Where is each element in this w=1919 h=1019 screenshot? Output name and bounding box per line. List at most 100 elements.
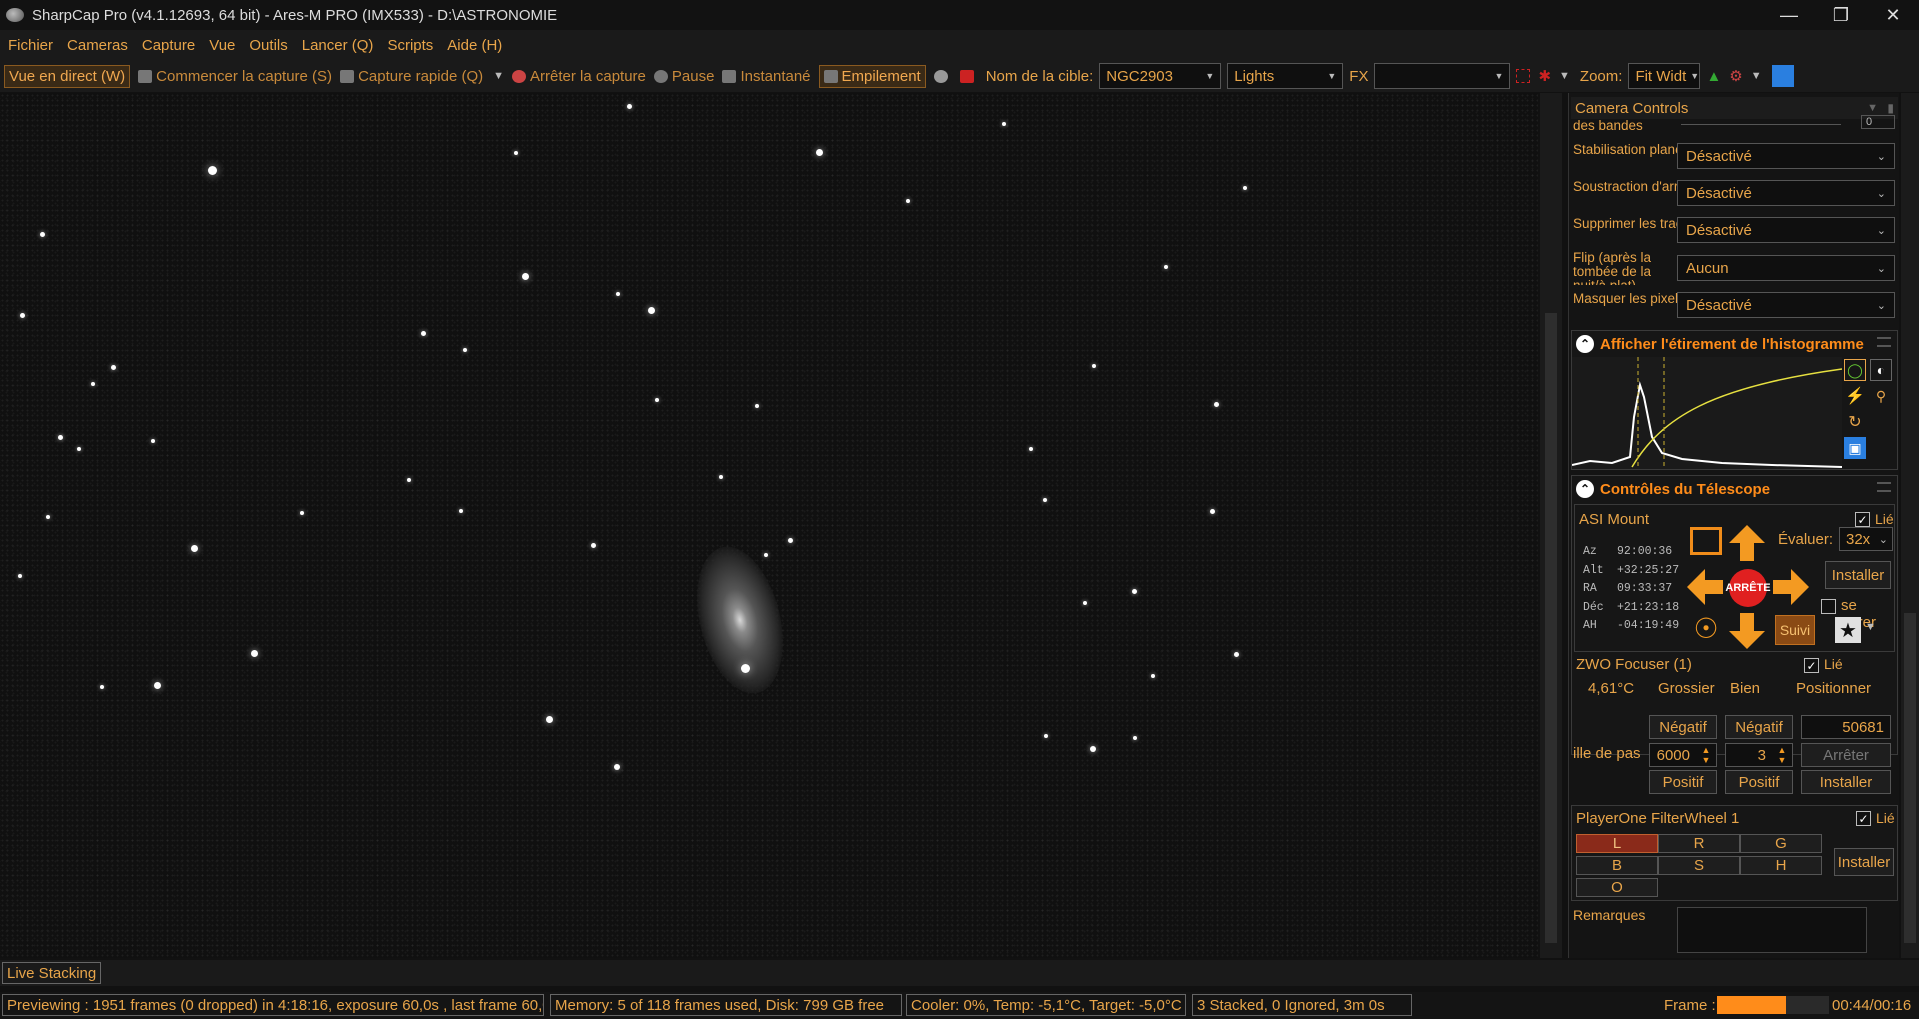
fx-combo[interactable]: ▼ bbox=[1374, 63, 1511, 89]
chevron-down-icon[interactable]: ▼ bbox=[1867, 102, 1878, 114]
satellite-select[interactable]: Désactivé ⌄ bbox=[1677, 217, 1895, 243]
histogram-icon[interactable]: ▲ bbox=[1706, 68, 1721, 85]
pin-icon[interactable]: ▮ bbox=[1887, 101, 1894, 115]
coarse-step-spinner-icon[interactable]: ▲ ▼ bbox=[1697, 745, 1715, 765]
collapse-icon[interactable]: ⌃ bbox=[1576, 335, 1594, 353]
arrow-right-icon[interactable] bbox=[1771, 567, 1811, 607]
target-name-label: Nom de la cible: bbox=[985, 67, 1094, 85]
fine-step-spinner-icon[interactable]: ▲ ▼ bbox=[1773, 745, 1791, 765]
frame-type-combo[interactable]: Lights ▼ bbox=[1227, 63, 1344, 89]
star bbox=[655, 398, 659, 402]
partial-row: des bandes 0 bbox=[1571, 115, 1898, 135]
notes-textarea[interactable] bbox=[1677, 907, 1867, 953]
arrow-up-icon[interactable] bbox=[1727, 523, 1767, 563]
background-select[interactable]: Désactivé ⌄ bbox=[1677, 180, 1895, 206]
track-button[interactable]: Suivi bbox=[1775, 615, 1815, 645]
filterwheel-linked-checkbox[interactable]: ✓ bbox=[1856, 811, 1871, 826]
sun-target-icon[interactable]: ☉ bbox=[1691, 615, 1721, 645]
chevron-down-icon[interactable]: ▼ bbox=[1865, 621, 1876, 633]
pause-button[interactable]: Pause bbox=[653, 68, 714, 85]
crosshair-icon[interactable]: ✱ bbox=[1538, 67, 1551, 85]
reset-icon[interactable]: ↻ bbox=[1844, 411, 1866, 433]
selection-rect-icon[interactable] bbox=[1516, 69, 1531, 83]
star bbox=[77, 447, 81, 451]
image-viewer[interactable] bbox=[0, 93, 1538, 958]
star-icon[interactable]: ★ bbox=[1835, 617, 1861, 643]
filter-O-button[interactable]: O bbox=[1576, 878, 1658, 897]
maximize-button[interactable]: ❐ bbox=[1815, 0, 1867, 30]
menu-fichier[interactable]: Fichier bbox=[8, 37, 53, 54]
viewer-scrollbar[interactable] bbox=[1540, 93, 1562, 958]
focuser-stop-button[interactable]: Arrêter bbox=[1801, 743, 1891, 767]
fine-positive-button[interactable]: Positif bbox=[1725, 770, 1793, 794]
position-input[interactable]: 50681 bbox=[1801, 715, 1891, 739]
target-name-combo[interactable]: NGC2903 ▼ bbox=[1099, 63, 1222, 89]
mask-select[interactable]: Désactivé ⌄ bbox=[1677, 292, 1895, 318]
menu-icon[interactable] bbox=[1877, 337, 1891, 347]
rate-select[interactable]: 32x ⌄ bbox=[1839, 527, 1893, 551]
lock-icon[interactable]: ⚲ bbox=[1870, 385, 1892, 407]
lightning-icon[interactable]: ⚡ bbox=[1844, 385, 1866, 407]
snapshot-button[interactable]: Instantané bbox=[722, 68, 811, 85]
close-button[interactable]: ✕ bbox=[1867, 0, 1919, 30]
filter-G-button[interactable]: G bbox=[1740, 834, 1822, 853]
filter-L-button[interactable]: L bbox=[1576, 834, 1658, 853]
goto-icon[interactable] bbox=[1690, 527, 1722, 555]
focuser-install-button[interactable]: Installer bbox=[1801, 770, 1891, 794]
histogram-header[interactable]: ⌃ Afficher l'étirement de l'histogramme bbox=[1572, 331, 1897, 357]
telescope-icon[interactable] bbox=[1771, 65, 1794, 87]
mount-install-button[interactable]: Installer bbox=[1825, 561, 1891, 589]
band-value[interactable]: 0 bbox=[1861, 115, 1895, 129]
chevron-down-icon[interactable]: ▼ bbox=[1751, 70, 1762, 82]
save-icon[interactable]: ▣ bbox=[1844, 437, 1866, 459]
coarse-negative-button[interactable]: Négatif bbox=[1649, 715, 1717, 739]
star bbox=[300, 511, 304, 515]
chevron-down-icon[interactable]: ▼ bbox=[1559, 70, 1570, 82]
park-checkbox[interactable] bbox=[1821, 599, 1836, 614]
menu-lancer[interactable]: Lancer (Q) bbox=[302, 37, 374, 54]
stop-button[interactable]: ARRÊTE bbox=[1725, 569, 1771, 607]
collapse-icon[interactable]: ⌃ bbox=[1576, 480, 1594, 498]
filter-R-button[interactable]: R bbox=[1658, 834, 1740, 853]
start-capture-button[interactable]: Commencer la capture (S) bbox=[138, 68, 332, 85]
focuser-linked-checkbox[interactable]: ✓ bbox=[1804, 658, 1819, 673]
band-slider[interactable] bbox=[1681, 119, 1841, 125]
zoom-combo[interactable]: Fit Widt ▼ bbox=[1628, 63, 1701, 89]
stacking-button[interactable]: Empilement bbox=[818, 64, 926, 88]
panel-scrollbar[interactable] bbox=[1901, 93, 1919, 958]
stabilization-select[interactable]: Désactivé ⌄ bbox=[1677, 143, 1895, 169]
quick-capture-button[interactable]: Capture rapide (Q) ▼ bbox=[340, 68, 504, 85]
menu-capture[interactable]: Capture bbox=[142, 37, 195, 54]
arrow-left-icon[interactable] bbox=[1685, 567, 1725, 607]
scrollbar-thumb[interactable] bbox=[1904, 613, 1916, 943]
live-view-button[interactable]: Vue en direct (W) bbox=[4, 64, 131, 88]
telescope-header[interactable]: ⌃ Contrôles du Télescope bbox=[1572, 476, 1897, 502]
filter-H-button[interactable]: H bbox=[1740, 856, 1822, 875]
menu-scripts[interactable]: Scripts bbox=[387, 37, 433, 54]
contrast-icon[interactable]: ◐ bbox=[1870, 359, 1892, 381]
filter-S-button[interactable]: S bbox=[1658, 856, 1740, 875]
gear-icon[interactable]: ⚙ bbox=[1729, 67, 1742, 85]
minimize-button[interactable]: — bbox=[1763, 0, 1815, 30]
fine-negative-button[interactable]: Négatif bbox=[1725, 715, 1793, 739]
coarse-positive-button[interactable]: Positif bbox=[1649, 770, 1717, 794]
status-bar-bottom: Previewing : 1951 frames (0 dropped) in … bbox=[0, 992, 1919, 1019]
live-stacking-tab[interactable]: Live Stacking bbox=[2, 962, 102, 984]
menu-icon[interactable] bbox=[1877, 482, 1891, 492]
menu-aide[interactable]: Aide (H) bbox=[447, 37, 502, 54]
menu-cameras[interactable]: Cameras bbox=[67, 37, 128, 54]
mount-linked-checkbox[interactable]: ✓ bbox=[1855, 512, 1870, 527]
ng-icon[interactable] bbox=[959, 69, 978, 83]
flip-select[interactable]: Aucun ⌄ bbox=[1677, 255, 1895, 281]
planet-icon[interactable] bbox=[933, 69, 952, 83]
histogram-chart[interactable] bbox=[1572, 357, 1842, 469]
scrollbar-thumb[interactable] bbox=[1545, 313, 1557, 943]
arrow-down-icon[interactable] bbox=[1727, 611, 1767, 651]
filterwheel-install-button[interactable]: Installer bbox=[1834, 848, 1894, 876]
menu-vue[interactable]: Vue bbox=[209, 37, 235, 54]
power-icon[interactable]: ◯ bbox=[1844, 359, 1866, 381]
menu-outils[interactable]: Outils bbox=[249, 37, 287, 54]
stop-capture-button[interactable]: Arrêter la capture bbox=[512, 68, 646, 85]
chevron-down-icon[interactable]: ▼ bbox=[493, 70, 504, 82]
filter-B-button[interactable]: B bbox=[1576, 856, 1658, 875]
